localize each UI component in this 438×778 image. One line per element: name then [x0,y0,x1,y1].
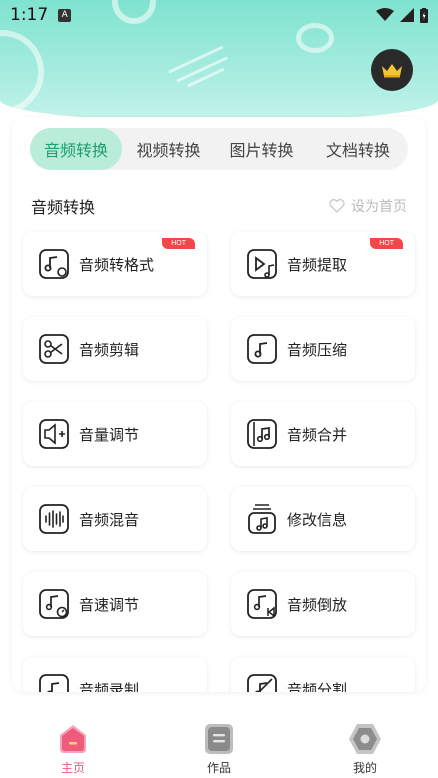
tool-audio-compress[interactable]: 音频压缩 [231,317,415,381]
tool-audio-mix[interactable]: 音频混音 [23,487,207,551]
tool-label: 音频压缩 [287,340,348,359]
wifi-icon [376,8,394,21]
crown-icon [382,64,402,78]
hot-badge: HOT [370,238,403,249]
home-icon [60,725,86,753]
nav-mine-label: 我的 [352,761,377,775]
tool-audio-convert[interactable]: 音频转格式 HOT [23,232,207,296]
tool-label: 音频倒放 [287,595,348,614]
category-tabs: 音频转换 视频转换 图片转换 文档转换 [30,128,408,170]
status-time: 1:17 [10,5,49,25]
set-homepage-label: 设为首页 [351,199,407,215]
tool-label: 音频剪辑 [79,340,140,359]
tool-label: 音频混音 [79,510,140,529]
decorative-ring [0,30,44,114]
tab-document-convert[interactable]: 文档转换 [308,128,408,170]
status-bar: 1:17 A [0,0,438,30]
reverse-icon [247,589,277,619]
speed-icon [39,589,69,619]
set-homepage-button[interactable]: 设为首页 [329,196,407,216]
notification-icon: A [58,8,72,22]
tool-label: 修改信息 [287,510,348,529]
bottom-navigation: 主页 作品 我的 [0,708,438,778]
section-header: 音频转换 设为首页 [31,195,407,217]
tool-speed-adjust[interactable]: 音速调节 [23,572,207,636]
nav-home-label: 主页 [60,761,85,775]
tab-video-convert[interactable]: 视频转换 [122,128,215,170]
tab-audio-convert[interactable]: 音频转换 [30,128,122,170]
tool-audio-record[interactable]: 音频录制 [23,657,207,692]
works-icon [205,724,233,754]
section-title: 音频转换 [31,198,96,217]
tool-label: 音频提取 [287,255,348,274]
tool-label: 音量调节 [79,425,140,444]
battery-icon [420,7,428,23]
tool-label: 音速调节 [79,595,140,614]
edit-info-icon [248,504,276,534]
tool-audio-cut[interactable]: 音频剪辑 [23,317,207,381]
tool-audio-extract[interactable]: 音频提取 HOT [231,232,415,296]
tool-volume-adjust[interactable]: 音量调节 [23,402,207,466]
waveform-icon [39,504,69,534]
split-icon [247,674,277,692]
audio-merge-icon [247,419,277,449]
audio-compress-icon [247,334,277,364]
hot-badge: HOT [162,238,195,249]
tool-label: 音频合并 [287,425,348,444]
profile-icon [349,724,381,754]
heart-icon [329,199,345,213]
scissors-icon [39,334,69,364]
tool-label: 音频录制 [79,680,140,693]
vip-crown-button[interactable] [371,49,413,91]
tool-audio-merge[interactable]: 音频合并 [231,402,415,466]
audio-convert-icon [39,249,69,279]
volume-icon [39,419,69,449]
nav-works-label: 作品 [206,761,231,775]
status-indicators [376,7,428,23]
record-icon [39,674,69,692]
nav-mine[interactable]: 我的 [292,708,438,778]
audio-extract-icon [247,249,277,279]
main-card: 音频转换 视频转换 图片转换 文档转换 音频转换 设为首页 音频转格式 HOT … [12,117,426,692]
nav-works[interactable]: 作品 [146,708,292,778]
nav-home[interactable]: 主页 [0,708,146,778]
decorative-line [187,67,225,88]
signal-icon [400,8,414,22]
tool-label: 音频转格式 [79,255,155,274]
tool-audio-reverse[interactable]: 音频倒放 [231,572,415,636]
tool-edit-info[interactable]: 修改信息 [231,487,415,551]
tool-audio-split[interactable]: 音频分割 [231,657,415,692]
tool-label: 音频分割 [287,680,348,693]
tab-image-convert[interactable]: 图片转换 [215,128,308,170]
